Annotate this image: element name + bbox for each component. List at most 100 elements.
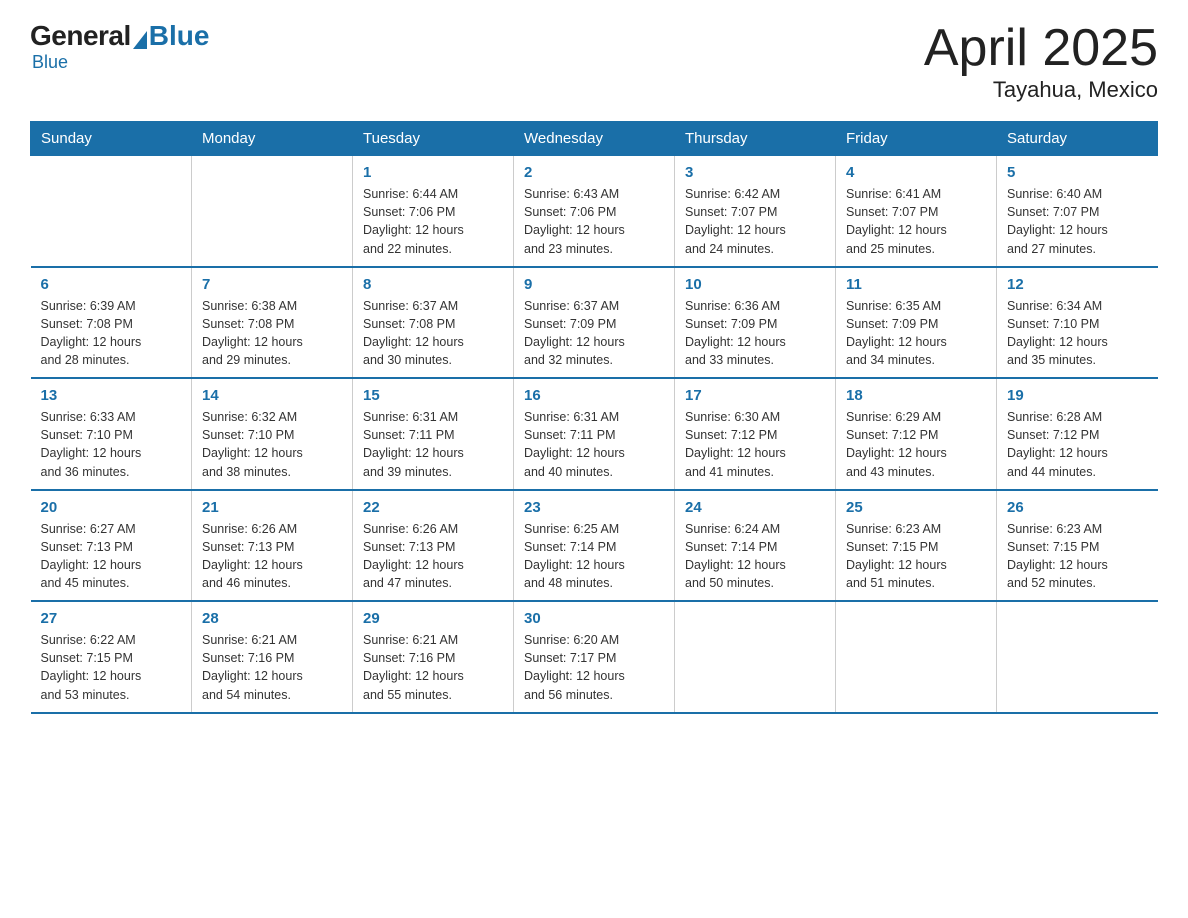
calendar-day-cell: 6 Sunrise: 6:39 AM Sunset: 7:08 PM Daylig… bbox=[31, 267, 192, 379]
day-number: 15 bbox=[363, 387, 503, 404]
calendar-header-row: SundayMondayTuesdayWednesdayThursdayFrid… bbox=[31, 122, 1158, 156]
calendar-day-cell: 11 Sunrise: 6:35 AM Sunset: 7:09 PM Dayli… bbox=[836, 267, 997, 379]
calendar-day-header: Thursday bbox=[675, 122, 836, 156]
day-number: 14 bbox=[202, 387, 342, 404]
calendar-day-cell: 8Sunrise: 6:37 AM Sunset: 7:08 PM Daylig… bbox=[353, 267, 514, 379]
calendar-day-header: Tuesday bbox=[353, 122, 514, 156]
day-number: 21 bbox=[202, 499, 342, 516]
calendar-week-row: 6 Sunrise: 6:39 AM Sunset: 7:08 PM Daylig… bbox=[31, 267, 1158, 379]
day-number: 4 bbox=[846, 164, 986, 181]
calendar-day-cell: 21 Sunrise: 6:26 AM Sunset: 7:13 PM Dayli… bbox=[192, 490, 353, 602]
logo-general-text: General bbox=[30, 20, 131, 52]
calendar-day-cell: 17 Sunrise: 6:30 AM Sunset: 7:12 PM Dayli… bbox=[675, 378, 836, 490]
day-info: Sunrise: 6:20 AM Sunset: 7:17 PM Dayligh… bbox=[524, 631, 664, 704]
calendar-day-header: Sunday bbox=[31, 122, 192, 156]
calendar-day-cell: 23Sunrise: 6:25 AM Sunset: 7:14 PM Dayli… bbox=[514, 490, 675, 602]
calendar-table: SundayMondayTuesdayWednesdayThursdayFrid… bbox=[30, 121, 1158, 714]
day-info: Sunrise: 6:27 AM Sunset: 7:13 PM Dayligh… bbox=[41, 520, 182, 593]
calendar-day-cell: 22Sunrise: 6:26 AM Sunset: 7:13 PM Dayli… bbox=[353, 490, 514, 602]
day-number: 11 bbox=[846, 276, 986, 293]
calendar-day-cell bbox=[836, 601, 997, 713]
day-number: 2 bbox=[524, 164, 664, 181]
day-number: 6 bbox=[41, 276, 182, 293]
logo-triangle-icon bbox=[133, 31, 147, 49]
day-info: Sunrise: 6:42 AM Sunset: 7:07 PM Dayligh… bbox=[685, 185, 825, 258]
day-number: 16 bbox=[524, 387, 664, 404]
calendar-day-cell: 13 Sunrise: 6:33 AM Sunset: 7:10 PM Dayli… bbox=[31, 378, 192, 490]
day-info: Sunrise: 6:28 AM Sunset: 7:12 PM Dayligh… bbox=[1007, 408, 1148, 481]
calendar-day-cell: 4 Sunrise: 6:41 AM Sunset: 7:07 PM Daylig… bbox=[836, 156, 997, 267]
day-number: 18 bbox=[846, 387, 986, 404]
calendar-day-cell: 1Sunrise: 6:44 AM Sunset: 7:06 PM Daylig… bbox=[353, 156, 514, 267]
logo: General Blue Blue bbox=[30, 20, 209, 73]
logo-tagline: Blue bbox=[32, 52, 68, 73]
calendar-day-cell bbox=[997, 601, 1158, 713]
day-number: 7 bbox=[202, 276, 342, 293]
calendar-day-cell bbox=[192, 156, 353, 267]
page-title: April 2025 bbox=[924, 20, 1158, 77]
day-number: 5 bbox=[1007, 164, 1148, 181]
calendar-day-cell: 12Sunrise: 6:34 AM Sunset: 7:10 PM Dayli… bbox=[997, 267, 1158, 379]
calendar-day-cell bbox=[31, 156, 192, 267]
page-header: General Blue Blue April 2025 Tayahua, Me… bbox=[30, 20, 1158, 103]
day-info: Sunrise: 6:26 AM Sunset: 7:13 PM Dayligh… bbox=[202, 520, 342, 593]
day-info: Sunrise: 6:39 AM Sunset: 7:08 PM Dayligh… bbox=[41, 297, 182, 370]
calendar-day-cell: 2 Sunrise: 6:43 AM Sunset: 7:06 PM Daylig… bbox=[514, 156, 675, 267]
calendar-week-row: 27 Sunrise: 6:22 AM Sunset: 7:15 PM Dayli… bbox=[31, 601, 1158, 713]
day-number: 1 bbox=[363, 164, 503, 181]
calendar-week-row: 20 Sunrise: 6:27 AM Sunset: 7:13 PM Dayli… bbox=[31, 490, 1158, 602]
calendar-day-header: Wednesday bbox=[514, 122, 675, 156]
calendar-day-cell: 27 Sunrise: 6:22 AM Sunset: 7:15 PM Dayli… bbox=[31, 601, 192, 713]
day-info: Sunrise: 6:35 AM Sunset: 7:09 PM Dayligh… bbox=[846, 297, 986, 370]
calendar-day-cell: 30 Sunrise: 6:20 AM Sunset: 7:17 PM Dayli… bbox=[514, 601, 675, 713]
day-info: Sunrise: 6:41 AM Sunset: 7:07 PM Dayligh… bbox=[846, 185, 986, 258]
calendar-day-header: Saturday bbox=[997, 122, 1158, 156]
calendar-day-cell: 16Sunrise: 6:31 AM Sunset: 7:11 PM Dayli… bbox=[514, 378, 675, 490]
day-info: Sunrise: 6:23 AM Sunset: 7:15 PM Dayligh… bbox=[1007, 520, 1148, 593]
day-info: Sunrise: 6:34 AM Sunset: 7:10 PM Dayligh… bbox=[1007, 297, 1148, 370]
calendar-day-cell: 14 Sunrise: 6:32 AM Sunset: 7:10 PM Dayli… bbox=[192, 378, 353, 490]
day-number: 22 bbox=[363, 499, 503, 516]
calendar-day-cell: 10 Sunrise: 6:36 AM Sunset: 7:09 PM Dayli… bbox=[675, 267, 836, 379]
day-number: 25 bbox=[846, 499, 986, 516]
day-number: 10 bbox=[685, 276, 825, 293]
day-number: 8 bbox=[363, 276, 503, 293]
calendar-day-cell: 28Sunrise: 6:21 AM Sunset: 7:16 PM Dayli… bbox=[192, 601, 353, 713]
page-subtitle: Tayahua, Mexico bbox=[924, 77, 1158, 103]
calendar-day-header: Friday bbox=[836, 122, 997, 156]
day-info: Sunrise: 6:22 AM Sunset: 7:15 PM Dayligh… bbox=[41, 631, 182, 704]
day-info: Sunrise: 6:32 AM Sunset: 7:10 PM Dayligh… bbox=[202, 408, 342, 481]
day-number: 9 bbox=[524, 276, 664, 293]
day-number: 13 bbox=[41, 387, 182, 404]
day-number: 3 bbox=[685, 164, 825, 181]
calendar-day-header: Monday bbox=[192, 122, 353, 156]
day-info: Sunrise: 6:21 AM Sunset: 7:16 PM Dayligh… bbox=[363, 631, 503, 704]
day-number: 23 bbox=[524, 499, 664, 516]
calendar-day-cell: 15 Sunrise: 6:31 AM Sunset: 7:11 PM Dayli… bbox=[353, 378, 514, 490]
calendar-day-cell: 7 Sunrise: 6:38 AM Sunset: 7:08 PM Daylig… bbox=[192, 267, 353, 379]
calendar-day-cell: 5Sunrise: 6:40 AM Sunset: 7:07 PM Daylig… bbox=[997, 156, 1158, 267]
day-info: Sunrise: 6:23 AM Sunset: 7:15 PM Dayligh… bbox=[846, 520, 986, 593]
day-number: 29 bbox=[363, 610, 503, 627]
day-number: 17 bbox=[685, 387, 825, 404]
day-number: 20 bbox=[41, 499, 182, 516]
day-number: 28 bbox=[202, 610, 342, 627]
day-info: Sunrise: 6:43 AM Sunset: 7:06 PM Dayligh… bbox=[524, 185, 664, 258]
calendar-day-cell: 18Sunrise: 6:29 AM Sunset: 7:12 PM Dayli… bbox=[836, 378, 997, 490]
calendar-week-row: 13 Sunrise: 6:33 AM Sunset: 7:10 PM Dayli… bbox=[31, 378, 1158, 490]
calendar-day-cell: 25 Sunrise: 6:23 AM Sunset: 7:15 PM Dayli… bbox=[836, 490, 997, 602]
day-number: 30 bbox=[524, 610, 664, 627]
day-info: Sunrise: 6:38 AM Sunset: 7:08 PM Dayligh… bbox=[202, 297, 342, 370]
calendar-week-row: 1Sunrise: 6:44 AM Sunset: 7:06 PM Daylig… bbox=[31, 156, 1158, 267]
day-info: Sunrise: 6:37 AM Sunset: 7:09 PM Dayligh… bbox=[524, 297, 664, 370]
day-info: Sunrise: 6:33 AM Sunset: 7:10 PM Dayligh… bbox=[41, 408, 182, 481]
calendar-day-cell: 9 Sunrise: 6:37 AM Sunset: 7:09 PM Daylig… bbox=[514, 267, 675, 379]
day-info: Sunrise: 6:31 AM Sunset: 7:11 PM Dayligh… bbox=[363, 408, 503, 481]
day-number: 27 bbox=[41, 610, 182, 627]
calendar-day-cell: 3 Sunrise: 6:42 AM Sunset: 7:07 PM Daylig… bbox=[675, 156, 836, 267]
calendar-day-cell: 20 Sunrise: 6:27 AM Sunset: 7:13 PM Dayli… bbox=[31, 490, 192, 602]
day-info: Sunrise: 6:30 AM Sunset: 7:12 PM Dayligh… bbox=[685, 408, 825, 481]
day-info: Sunrise: 6:36 AM Sunset: 7:09 PM Dayligh… bbox=[685, 297, 825, 370]
title-block: April 2025 Tayahua, Mexico bbox=[924, 20, 1158, 103]
calendar-day-cell: 29 Sunrise: 6:21 AM Sunset: 7:16 PM Dayli… bbox=[353, 601, 514, 713]
